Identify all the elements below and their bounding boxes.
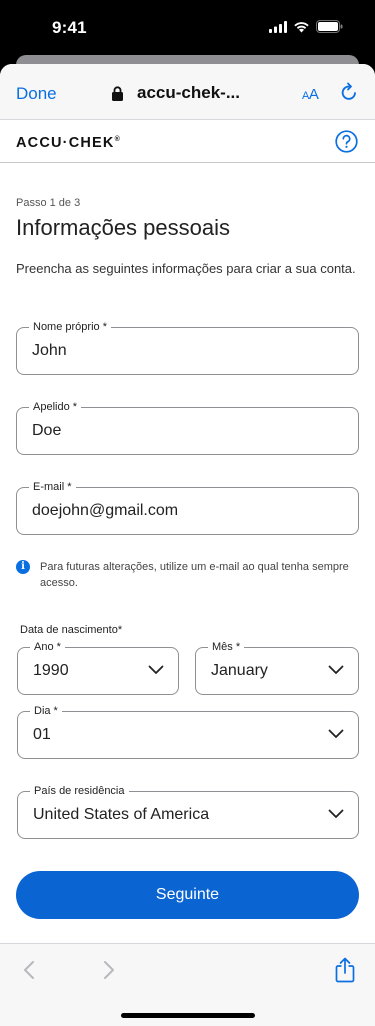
year-value: 1990 (33, 662, 69, 679)
battery-icon (316, 20, 343, 33)
email-value: doejohn@gmail.com (32, 502, 179, 519)
dob-label: Data de nascimento* (20, 624, 123, 636)
next-button[interactable]: Seguinte (16, 871, 359, 919)
month-label: Mês * (208, 640, 245, 654)
intro-text: Preencha as seguintes informações para c… (16, 261, 356, 276)
url-text: accu-chek-... (137, 83, 240, 102)
text-size-button[interactable]: AA (302, 86, 319, 103)
chevron-down-icon (148, 665, 164, 674)
month-select[interactable]: Mês * January (195, 640, 359, 695)
accu-chek-logo: ACCU·CHEK® (16, 135, 120, 151)
lock-icon (112, 85, 123, 101)
country-label: País de residência (30, 784, 129, 798)
help-icon[interactable] (335, 130, 358, 153)
home-indicator (121, 1013, 255, 1018)
chevron-down-icon (328, 809, 344, 818)
share-icon[interactable] (335, 957, 355, 983)
status-time: 9:41 (52, 18, 87, 37)
step-indicator: Passo 1 de 3 (16, 197, 81, 209)
browser-top-bar: Done accu-chek-... AA (0, 64, 375, 120)
status-icons (269, 20, 343, 33)
country-value: United States of America (33, 806, 210, 823)
email-field[interactable]: E-mail * doejohn@gmail.com (16, 480, 359, 535)
year-label: Ano * (30, 640, 65, 654)
browser-toolbar (0, 943, 375, 1026)
month-value: January (211, 662, 268, 679)
first-name-label: Nome próprio * (29, 320, 111, 334)
brand-header: ACCU·CHEK® (0, 120, 375, 163)
email-hint-text: Para futuras alterações, utilize um e-ma… (40, 561, 349, 589)
info-icon: i (16, 560, 30, 574)
email-label: E-mail * (29, 480, 76, 494)
first-name-value: John (32, 342, 67, 359)
last-name-label: Apelido * (29, 400, 82, 414)
day-select[interactable]: Dia * 01 (17, 704, 359, 759)
chevron-down-icon (328, 665, 344, 674)
done-button[interactable]: Done (16, 84, 57, 104)
page-title: Informações pessoais (16, 215, 230, 240)
country-select[interactable]: País de residência United States of Amer… (17, 784, 359, 839)
forward-arrow-icon[interactable] (102, 960, 116, 980)
cellular-signal-icon (269, 20, 287, 33)
status-bar: 9:41 (0, 0, 375, 75)
address-bar[interactable]: accu-chek-... (112, 83, 240, 103)
day-label: Dia * (30, 704, 62, 718)
first-name-field[interactable]: Nome próprio * John (16, 320, 359, 375)
reload-icon[interactable] (340, 82, 358, 102)
chevron-down-icon (328, 729, 344, 738)
last-name-field[interactable]: Apelido * Doe (16, 400, 359, 455)
wifi-icon (294, 21, 309, 32)
browser-sheet: Done accu-chek-... AA ACCU·CHEK® Passo 1… (0, 64, 375, 1026)
day-value: 01 (33, 726, 51, 743)
last-name-value: Doe (32, 422, 62, 439)
back-arrow-icon[interactable] (22, 960, 36, 980)
year-select[interactable]: Ano * 1990 (17, 640, 179, 695)
